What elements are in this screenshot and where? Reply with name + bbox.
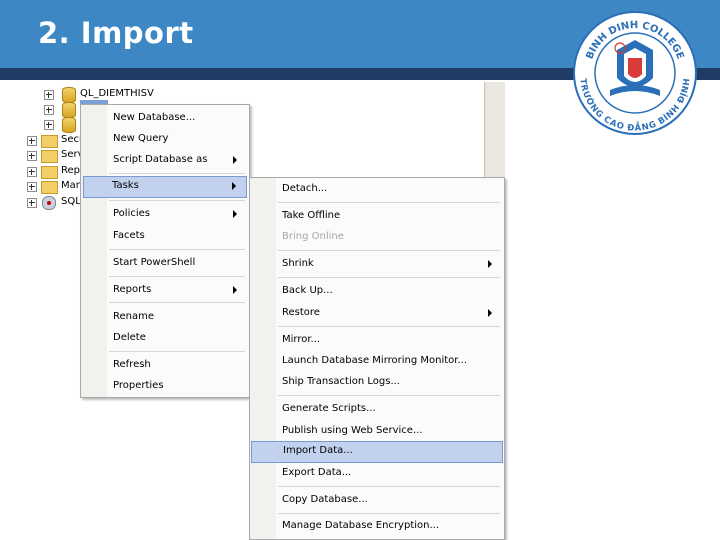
menu-item-delete[interactable]: Delete bbox=[83, 328, 247, 348]
menu-item-label: Copy Database... bbox=[282, 494, 368, 505]
database-icon bbox=[62, 87, 76, 103]
college-logo: BINH DINH COLLEGE TRƯỜNG CAO ĐẲNG BÌNH Đ… bbox=[573, 11, 697, 135]
menu-item-label: Import Data... bbox=[283, 445, 353, 456]
menu-item-label: Manage Database Encryption... bbox=[282, 520, 440, 531]
menu-item-reports[interactable]: Reports bbox=[83, 280, 247, 300]
tree-item-label: SQL bbox=[61, 196, 81, 207]
menu-item-label: Back Up... bbox=[282, 285, 333, 296]
menu-item-new-database[interactable]: New Database... bbox=[83, 108, 247, 128]
menu-item-label: Rename bbox=[113, 311, 155, 322]
menu-separator bbox=[109, 249, 245, 250]
menu-item-ship-transaction-logs[interactable]: Ship Transaction Logs... bbox=[252, 372, 502, 392]
menu-item-start-powershell[interactable]: Start PowerShell bbox=[83, 253, 247, 273]
folder-icon bbox=[41, 150, 58, 163]
menu-separator bbox=[278, 486, 500, 487]
submenu-arrow-icon bbox=[233, 286, 237, 294]
menu-item-export-data[interactable]: Export Data... bbox=[252, 463, 502, 483]
tree-item-label: QL_DIEMTHISV bbox=[80, 88, 154, 99]
menu-item-take-offline[interactable]: Take Offline bbox=[252, 206, 502, 226]
submenu-arrow-icon bbox=[232, 182, 236, 190]
folder-icon bbox=[41, 181, 58, 194]
tasks-submenu: Detach... Take Offline Bring Online Shri… bbox=[249, 177, 505, 540]
tree-item-label: Man bbox=[61, 180, 83, 191]
submenu-arrow-icon bbox=[488, 260, 492, 268]
menu-item-label: New Query bbox=[113, 133, 169, 144]
menu-item-tasks[interactable]: Tasks bbox=[83, 176, 247, 198]
tree-item-database[interactable]: QL_DIEMTHISV bbox=[44, 87, 244, 103]
menu-item-label: Export Data... bbox=[282, 467, 352, 478]
folder-icon bbox=[41, 135, 58, 148]
expand-icon[interactable] bbox=[44, 105, 54, 115]
menu-separator bbox=[109, 173, 245, 174]
menu-separator bbox=[278, 202, 500, 203]
menu-separator bbox=[109, 276, 245, 277]
expand-icon[interactable] bbox=[44, 120, 54, 130]
menu-item-import-data[interactable]: Import Data... bbox=[251, 441, 503, 463]
menu-item-label: Script Database as bbox=[113, 154, 208, 165]
menu-item-launch-mirroring-monitor[interactable]: Launch Database Mirroring Monitor... bbox=[252, 351, 502, 371]
menu-item-label: Refresh bbox=[113, 359, 151, 370]
menu-item-facets[interactable]: Facets bbox=[83, 226, 247, 246]
menu-item-label: Launch Database Mirroring Monitor... bbox=[282, 355, 468, 366]
menu-item-detach[interactable]: Detach... bbox=[252, 179, 502, 199]
database-context-menu: New Database... New Query Script Databas… bbox=[80, 104, 250, 398]
menu-separator bbox=[278, 277, 500, 278]
menu-item-label: Tasks bbox=[112, 180, 139, 191]
explorer-scrollbar[interactable] bbox=[484, 82, 505, 182]
menu-item-label: Shrink bbox=[282, 258, 314, 269]
menu-item-publish-web-service[interactable]: Publish using Web Service... bbox=[252, 421, 502, 441]
menu-item-refresh[interactable]: Refresh bbox=[83, 355, 247, 375]
expand-icon[interactable] bbox=[44, 90, 54, 100]
database-icon bbox=[62, 117, 76, 133]
menu-item-script-database-as[interactable]: Script Database as bbox=[83, 150, 247, 170]
menu-item-shrink[interactable]: Shrink bbox=[252, 254, 502, 274]
menu-item-label: Take Offline bbox=[282, 210, 341, 221]
menu-separator bbox=[278, 395, 500, 396]
expand-icon[interactable] bbox=[27, 198, 37, 208]
menu-item-label: Policies bbox=[113, 208, 150, 219]
menu-item-rename[interactable]: Rename bbox=[83, 307, 247, 327]
menu-item-mirror[interactable]: Mirror... bbox=[252, 330, 502, 350]
submenu-arrow-icon bbox=[488, 309, 492, 317]
menu-item-manage-encryption[interactable]: Manage Database Encryption... bbox=[252, 516, 502, 536]
menu-item-label: Ship Transaction Logs... bbox=[282, 376, 400, 387]
menu-item-policies[interactable]: Policies bbox=[83, 204, 247, 224]
menu-item-generate-scripts[interactable]: Generate Scripts... bbox=[252, 399, 502, 419]
submenu-arrow-icon bbox=[233, 156, 237, 164]
menu-item-copy-database[interactable]: Copy Database... bbox=[252, 490, 502, 510]
menu-item-label: Bring Online bbox=[282, 231, 344, 242]
menu-item-restore[interactable]: Restore bbox=[252, 303, 502, 323]
menu-separator bbox=[109, 200, 245, 201]
menu-item-properties[interactable]: Properties bbox=[83, 376, 247, 396]
menu-item-label: Properties bbox=[113, 380, 164, 391]
menu-item-label: Delete bbox=[113, 332, 146, 343]
menu-item-label: New Database... bbox=[113, 112, 196, 123]
menu-item-label: Generate Scripts... bbox=[282, 403, 376, 414]
expand-icon[interactable] bbox=[27, 182, 37, 192]
menu-item-bring-online: Bring Online bbox=[252, 227, 502, 247]
menu-item-label: Mirror... bbox=[282, 334, 321, 345]
menu-item-back-up[interactable]: Back Up... bbox=[252, 281, 502, 301]
expand-icon[interactable] bbox=[27, 136, 37, 146]
expand-icon[interactable] bbox=[27, 151, 37, 161]
menu-separator bbox=[109, 351, 245, 352]
submenu-arrow-icon bbox=[233, 210, 237, 218]
folder-icon bbox=[41, 166, 58, 179]
slide-title: 2. Import bbox=[38, 16, 194, 50]
menu-item-label: Facets bbox=[113, 230, 145, 241]
database-icon bbox=[62, 102, 76, 118]
menu-separator bbox=[278, 326, 500, 327]
menu-item-label: Publish using Web Service... bbox=[282, 425, 423, 436]
menu-separator bbox=[278, 513, 500, 514]
menu-item-label: Detach... bbox=[282, 183, 328, 194]
menu-item-label: Restore bbox=[282, 307, 320, 318]
menu-item-label: Start PowerShell bbox=[113, 257, 196, 268]
tree-item-label: Rep bbox=[61, 165, 80, 176]
menu-separator bbox=[109, 302, 245, 303]
menu-separator bbox=[278, 250, 500, 251]
menu-item-new-query[interactable]: New Query bbox=[83, 129, 247, 149]
expand-icon[interactable] bbox=[27, 167, 37, 177]
sql-agent-icon bbox=[42, 196, 56, 210]
menu-item-label: Reports bbox=[113, 284, 152, 295]
